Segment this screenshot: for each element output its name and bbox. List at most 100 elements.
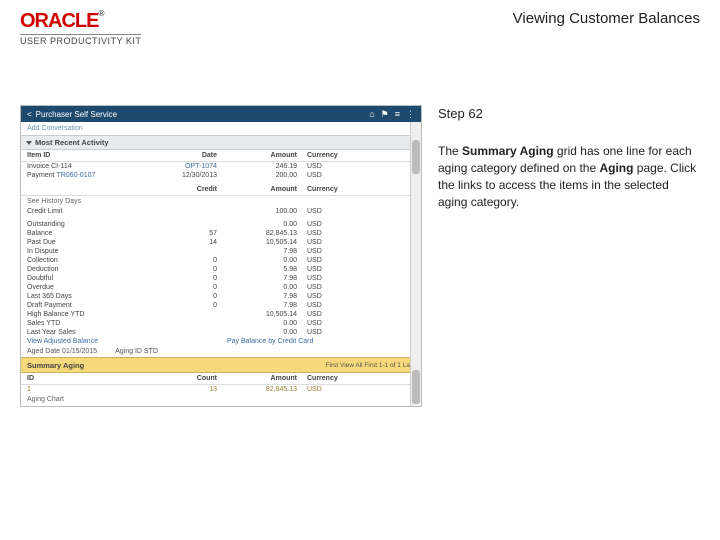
app-navbar: < Purchaser Self Service ⌂ ⚑ ≡ ⋮ [21, 106, 421, 122]
registered-icon: ® [98, 9, 104, 18]
cell: 7.98 [227, 275, 307, 282]
more-icon[interactable]: ⋮ [406, 109, 415, 120]
cell: Last Year Sales [27, 329, 147, 336]
summary-row[interactable]: 1 13 82,845.13 USD [21, 385, 421, 394]
cell: 0.00 [227, 320, 307, 327]
cell: Collection [27, 257, 147, 264]
pay-balance-link[interactable]: Pay Balance by Credit Card [227, 338, 377, 345]
summary-aging-title: Summary Aging [27, 361, 84, 370]
table-row: Deduction05.98USD [21, 265, 421, 274]
recent-header-row: Item ID Date Amount Currency [21, 150, 421, 162]
cell [147, 320, 227, 327]
cell [147, 248, 227, 255]
cell [147, 221, 227, 228]
cell: 0 [147, 284, 227, 291]
cell: 0 [147, 302, 227, 309]
cell: USD [307, 320, 367, 327]
cell: USD [307, 293, 367, 300]
col-amount: Amount [227, 152, 307, 159]
cell: 200.00 [227, 172, 307, 179]
cell: USD [307, 386, 367, 393]
cell: USD [307, 208, 367, 215]
col-currency: Currency [307, 186, 367, 193]
menu-icon[interactable]: ≡ [395, 109, 400, 120]
cell: 13 [147, 386, 227, 393]
cell: Past Due [27, 239, 147, 246]
brand-name: ORACLE [20, 10, 98, 32]
cell: 10,505.14 [227, 311, 307, 318]
scrollbar[interactable] [410, 122, 421, 406]
cell: 5.98 [227, 266, 307, 273]
section-recent-activity[interactable]: Most Recent Activity [21, 135, 421, 150]
cell: 100.00 [227, 208, 307, 215]
table-row: In Dispute 7.98USD [21, 247, 421, 256]
aged-date-label: Aged Date [27, 348, 60, 355]
app-screenshot: < Purchaser Self Service ⌂ ⚑ ≡ ⋮ Add Con… [20, 105, 422, 407]
aged-date: 01/15/2015 [62, 348, 97, 355]
cell: 14 [147, 239, 227, 246]
cell: 0.00 [227, 221, 307, 228]
cell: Sales YTD [27, 320, 147, 327]
table-row: Last 365 Days07.98USD [21, 292, 421, 301]
col-item-id: Item ID [27, 152, 147, 159]
step-description: The Summary Aging grid has one line for … [438, 143, 700, 210]
back-icon[interactable]: < [27, 110, 32, 119]
cell[interactable]: OPT-1074 [147, 163, 227, 170]
table-row: High Balance YTD10,505.14USD [21, 310, 421, 319]
col-id: ID [27, 375, 147, 382]
col-currency: Currency [307, 152, 367, 159]
breadcrumb[interactable]: Add Conversation [21, 122, 421, 135]
home-icon[interactable]: ⌂ [369, 109, 374, 120]
instruction-panel: Step 62 The Summary Aging grid has one l… [420, 105, 700, 407]
cell: 7.98 [227, 302, 307, 309]
scroll-thumb[interactable] [412, 370, 420, 404]
summary-aging-bar[interactable]: Summary Aging First View All First 1-1 o… [21, 357, 421, 373]
view-adjusted-link[interactable]: View Adjusted Balance [27, 338, 147, 345]
cell: Last 365 Days [27, 293, 147, 300]
cell: USD [307, 163, 367, 170]
product-line: USER PRODUCTIVITY KIT [20, 34, 141, 47]
page-title: Viewing Customer Balances [513, 10, 700, 27]
oracle-logo: ORACLE® USER PRODUCTIVITY KIT [20, 10, 141, 47]
cell: USD [307, 266, 367, 273]
t-bold: Aging [599, 161, 633, 175]
cell: 82,845.13 [227, 386, 307, 393]
cell: 10,505.14 [227, 239, 307, 246]
cell: USD [307, 248, 367, 255]
cell: 7.98 [227, 293, 307, 300]
pager[interactable]: First View All First 1-1 of 1 Last [326, 362, 415, 369]
aging-chart-link[interactable]: Aging Chart [21, 394, 421, 405]
cell: USD [307, 275, 367, 282]
cell [147, 311, 227, 318]
table-row: Invoice CI-114 OPT-1074 246.19 USD [21, 162, 421, 171]
cell: 7.98 [227, 248, 307, 255]
aging-id: STD [144, 348, 158, 355]
table-row: Past Due1410,505.14USD [21, 238, 421, 247]
cell: USD [307, 239, 367, 246]
cell: Deduction [27, 266, 147, 273]
cell-label: Payment [27, 172, 55, 179]
step-label: Step 62 [438, 105, 700, 123]
t-bold: Summary Aging [462, 144, 554, 158]
collapse-icon [26, 141, 32, 145]
cell: 0.00 [227, 284, 307, 291]
cell: In Dispute [27, 248, 147, 255]
history-days-link[interactable]: See History Days [21, 196, 421, 207]
cell: USD [307, 172, 367, 179]
footer-links[interactable]: Balances | Profile | Customer Aging | Cu… [21, 405, 421, 407]
cell[interactable]: TR060-0107 [56, 172, 95, 179]
cell: USD [307, 230, 367, 237]
table-row: Last Year Sales0.00USD [21, 328, 421, 337]
flag-icon[interactable]: ⚑ [381, 109, 389, 120]
table-row: Collection00.00USD [21, 256, 421, 265]
aging-meta: Aged Date 01/15/2015 Aging ID STD [21, 346, 421, 357]
cell: Overdue [27, 284, 147, 291]
cell: 0 [147, 293, 227, 300]
scroll-thumb[interactable] [412, 140, 420, 174]
cell: 12/30/2013 [147, 172, 227, 179]
cell: 57 [147, 230, 227, 237]
cell: 0 [147, 275, 227, 282]
cell: 0 [147, 257, 227, 264]
col-amount: Amount [227, 186, 307, 193]
table-row: Draft Payment07.98USD [21, 301, 421, 310]
